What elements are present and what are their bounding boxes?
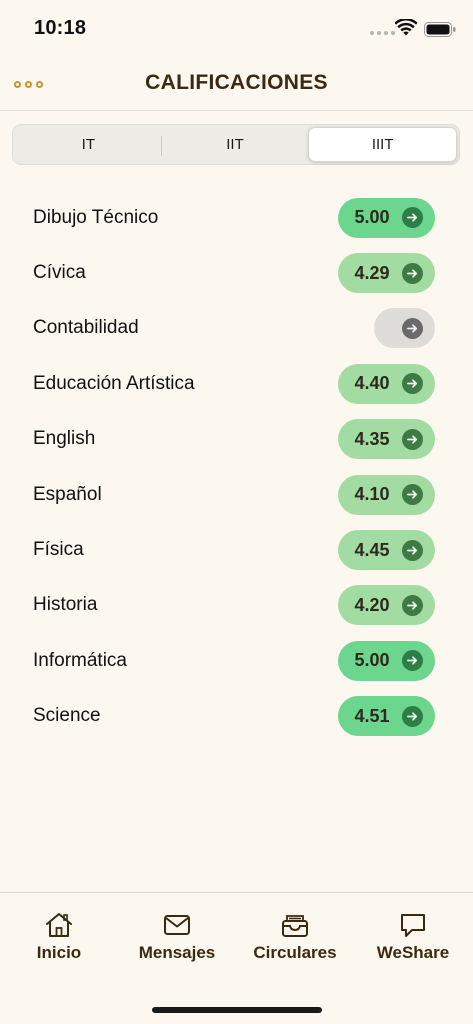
subject-name: Física (33, 539, 84, 561)
arrow-right-icon (402, 317, 423, 339)
home-icon (46, 913, 72, 937)
grade-value: 4.45 (354, 539, 390, 560)
mail-icon (164, 915, 190, 935)
header: CALIFICACIONES (0, 58, 473, 111)
grade-row-contabilidad[interactable]: Contabilidad (0, 301, 473, 356)
grade-value: 5.00 (354, 207, 390, 228)
screen: 10:18 CALIFICACIONES IT IIT IIIT Dibujo … (0, 0, 473, 1024)
grade-value: 4.10 (354, 484, 390, 505)
page-title: CALIFICACIONES (145, 71, 328, 94)
subject-name: English (33, 428, 96, 450)
grade-pill[interactable]: 4.35 (338, 419, 435, 460)
tab-label: Circulares (253, 943, 337, 962)
tab-bar: Inicio Mensajes Circulares WeShare (0, 892, 473, 1024)
tab-label: WeShare (376, 943, 450, 962)
arrow-right-icon (402, 539, 423, 561)
grade-pill[interactable]: 5.00 (338, 640, 435, 681)
grade-pill[interactable]: 4.20 (338, 585, 435, 626)
grade-pill[interactable]: 4.29 (338, 253, 435, 294)
segment-it[interactable]: IT (15, 127, 162, 162)
arrow-right-icon (402, 594, 423, 616)
subject-name: Contabilidad (33, 317, 139, 339)
subject-name: Dibujo Técnico (33, 206, 159, 228)
home-indicator (152, 1007, 322, 1013)
grade-row-espanol[interactable]: Español 4.10 (0, 467, 473, 522)
inbox-tray-icon (282, 915, 308, 937)
arrow-right-icon (402, 373, 423, 395)
arrow-right-icon (402, 705, 423, 727)
chat-bubble-icon (401, 914, 425, 937)
grade-value: 5.00 (354, 650, 390, 671)
grade-pill[interactable]: 4.40 (338, 363, 435, 404)
grade-row-fisica[interactable]: Física 4.45 (0, 522, 473, 577)
grade-value: 4.40 (354, 373, 390, 394)
grades-list: Dibujo Técnico 5.00 Cívica 4.29 Contabil… (0, 190, 473, 744)
term-segmented-control: IT IIT IIIT (12, 124, 460, 165)
grade-pill[interactable]: 4.45 (338, 530, 435, 571)
grade-value: 4.20 (354, 594, 390, 615)
signal-dots-icon (370, 31, 395, 35)
tab-label: Inicio (36, 943, 82, 962)
status-bar: 10:18 (0, 0, 473, 58)
grade-row-english[interactable]: English 4.35 (0, 412, 473, 467)
tab-circulares[interactable]: Circulares (236, 911, 354, 963)
subject-name: Informática (33, 649, 127, 671)
arrow-right-icon (402, 484, 423, 506)
subject-name: Science (33, 705, 101, 727)
subject-name: Español (33, 483, 102, 505)
arrow-right-icon (402, 428, 423, 450)
tab-weshare[interactable]: WeShare (354, 911, 472, 963)
grade-value: 4.29 (354, 262, 390, 283)
grade-row-educacion-artistica[interactable]: Educación Artística 4.40 (0, 356, 473, 411)
grade-pill[interactable] (374, 308, 435, 349)
grade-row-science[interactable]: Science 4.51 (0, 689, 473, 744)
status-time: 10:18 (34, 17, 87, 39)
grade-value: 4.51 (354, 705, 390, 726)
grade-row-informatica[interactable]: Informática 5.00 (0, 633, 473, 688)
grade-row-civica[interactable]: Cívica 4.29 (0, 245, 473, 300)
grade-value: 4.35 (354, 428, 390, 449)
subject-name: Historia (33, 594, 98, 616)
segment-iit[interactable]: IIT (162, 127, 309, 162)
grade-row-historia[interactable]: Historia 4.20 (0, 578, 473, 633)
arrow-right-icon (402, 650, 423, 672)
tab-inicio[interactable]: Inicio (0, 911, 118, 963)
arrow-right-icon (402, 207, 423, 229)
grade-row-dibujo-tecnico[interactable]: Dibujo Técnico 5.00 (0, 190, 473, 245)
wifi-icon (395, 19, 417, 36)
tab-label: Mensajes (138, 943, 216, 962)
subject-name: Cívica (33, 262, 86, 284)
grade-pill[interactable]: 4.10 (338, 474, 435, 515)
segment-iiit[interactable]: IIIT (308, 127, 458, 162)
tab-mensajes[interactable]: Mensajes (118, 911, 236, 963)
battery-icon (424, 22, 456, 37)
arrow-right-icon (402, 262, 423, 284)
subject-name: Educación Artística (33, 372, 195, 394)
grade-pill[interactable]: 5.00 (338, 197, 435, 238)
grade-pill[interactable]: 4.51 (338, 696, 435, 737)
